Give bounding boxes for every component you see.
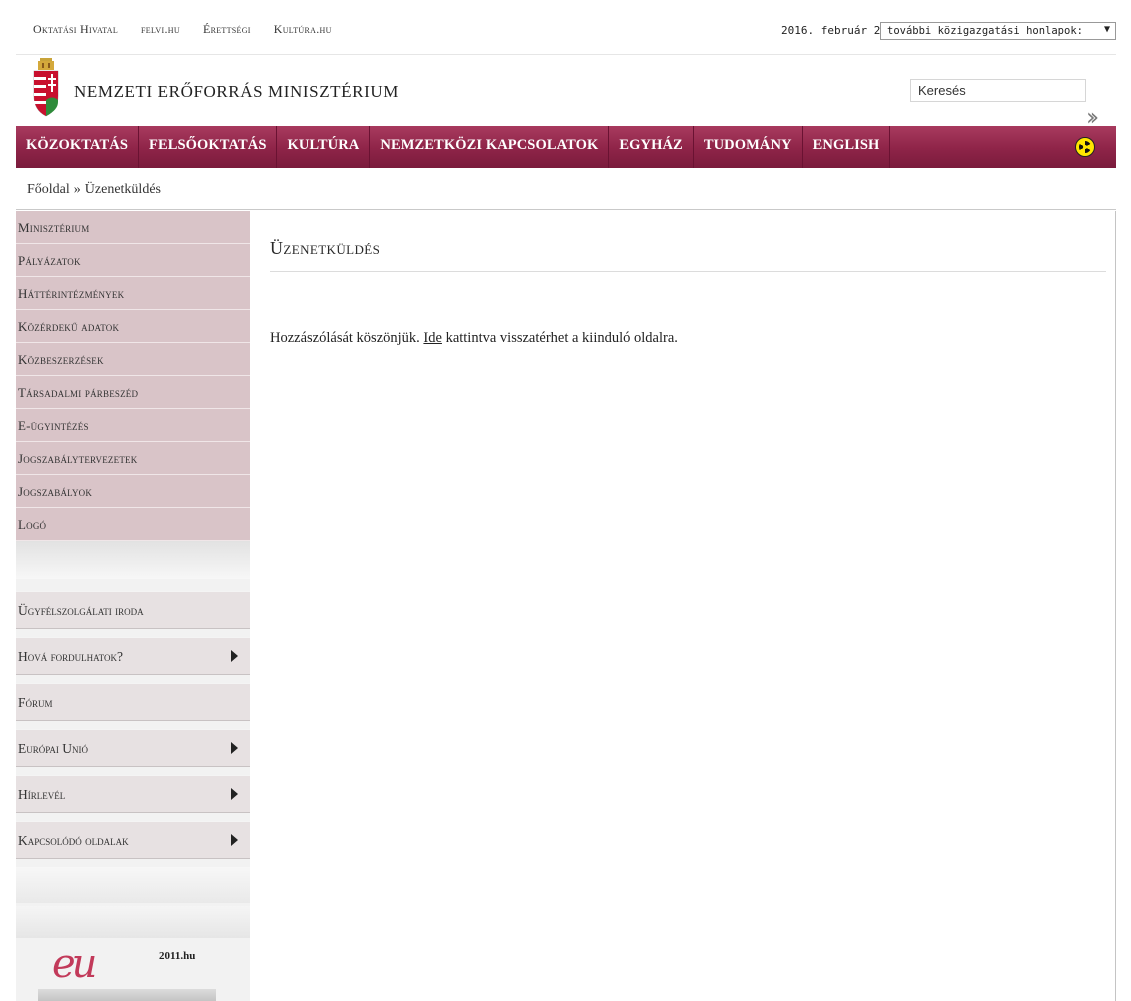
sidebar-main-menu: Minisztérium Pályázatok Háttérintézménye… bbox=[16, 211, 250, 541]
confirmation-message: Hozzászólását köszönjük. Ide kattintva v… bbox=[270, 330, 678, 347]
partner-links: Oktatási Hivatal felvi.hu Érettségi Kult… bbox=[33, 22, 355, 37]
sidebar-item-forum[interactable]: Fórum bbox=[16, 683, 250, 721]
link-erettsegi[interactable]: Érettségi bbox=[203, 22, 251, 37]
sidebar-item-label: Ügyfélszolgálati iroda bbox=[18, 603, 144, 618]
nav-english[interactable]: English bbox=[803, 126, 891, 168]
sidebar-item-kapcsolodo-oldalak[interactable]: Kapcsolódó oldalak bbox=[16, 821, 250, 859]
dropdown-arrow-icon: ▼ bbox=[1103, 24, 1110, 35]
link-oktatasi-hivatal[interactable]: Oktatási Hivatal bbox=[33, 22, 118, 37]
current-date: 2016. február 23. bbox=[781, 24, 894, 37]
left-sidebar: Minisztérium Pályázatok Háttérintézménye… bbox=[16, 211, 250, 1001]
link-kultura[interactable]: Kultúra.hu bbox=[274, 22, 332, 37]
chevron-right-icon bbox=[231, 742, 238, 754]
double-chevron-right-icon[interactable]: ›› bbox=[1086, 105, 1099, 129]
return-link[interactable]: Ide bbox=[423, 330, 442, 346]
sidebar-item-logo[interactable]: Logó bbox=[16, 508, 250, 541]
chevron-right-icon bbox=[231, 788, 238, 800]
chevron-right-icon bbox=[231, 834, 238, 846]
nav-egyhaz[interactable]: Egyház bbox=[609, 126, 694, 168]
chevron-right-icon bbox=[231, 650, 238, 662]
eu-logo: eu bbox=[52, 941, 97, 987]
nav-kultura[interactable]: Kultúra bbox=[277, 126, 371, 168]
message-text-after: kattintva visszatérhet a kiinduló oldalr… bbox=[441, 330, 678, 346]
sidebar-item-label: Hírlevél bbox=[18, 787, 66, 802]
sidebar-item-jogszabalyok[interactable]: Jogszabályok bbox=[16, 475, 250, 508]
sidebar-item-label: Kapcsolódó oldalak bbox=[18, 833, 129, 848]
sidebar-secondary-menu: Ügyfélszolgálati iroda Hová fordulhatok?… bbox=[16, 591, 250, 859]
sidebar-divider bbox=[16, 906, 250, 938]
page-title: Üzenetküldés bbox=[270, 238, 381, 258]
sidebar-item-kozerdeku-adatok[interactable]: Közérdekű adatok bbox=[16, 310, 250, 343]
sidebar-item-europai-unio[interactable]: Európai Unió bbox=[16, 729, 250, 767]
eu-banner-strip bbox=[38, 989, 216, 1001]
top-utility-bar: Oktatási Hivatal felvi.hu Érettségi Kult… bbox=[0, 0, 1131, 54]
breadcrumb-separator: » bbox=[73, 182, 81, 197]
coat-of-arms-icon[interactable] bbox=[33, 58, 59, 118]
breadcrumb: Főoldal» Üzenetküldés bbox=[16, 168, 1116, 210]
sidebar-item-e-ugyintezes[interactable]: E-ügyintézés bbox=[16, 409, 250, 442]
sidebar-item-label: Európai Unió bbox=[18, 741, 89, 756]
eu-site-label: 2011.hu bbox=[159, 950, 196, 962]
portal-select[interactable]: további közigazgatási honlapok: ▼ bbox=[880, 22, 1116, 40]
main-content: Üzenetküldés Hozzászólását köszönjük. Id… bbox=[250, 211, 1116, 1001]
main-navigation: Közoktatás Felsőoktatás Kultúra Nemzetkö… bbox=[16, 126, 1116, 168]
sidebar-item-jogszabalytervezetek[interactable]: Jogszabálytervezetek bbox=[16, 442, 250, 475]
sidebar-item-label: Fórum bbox=[18, 695, 53, 710]
search-input[interactable]: Keresés bbox=[910, 79, 1086, 102]
sidebar-item-kozbeszerzesek[interactable]: Közbeszerzések bbox=[16, 343, 250, 376]
sidebar-item-label: Hová fordulhatok? bbox=[18, 649, 123, 664]
message-text-before: Hozzászólását köszönjük. bbox=[270, 330, 424, 346]
sidebar-item-ugyfelszolgalati-iroda[interactable]: Ügyfélszolgálati iroda bbox=[16, 591, 250, 629]
sidebar-divider bbox=[16, 867, 250, 903]
nav-tudomany[interactable]: Tudomány bbox=[694, 126, 803, 168]
sidebar-divider bbox=[16, 541, 250, 579]
nav-felsooktatas[interactable]: Felsőoktatás bbox=[139, 126, 278, 168]
sidebar-item-hatterintezmenyek[interactable]: Háttérintézmények bbox=[16, 277, 250, 310]
eu-presidency-banner[interactable]: eu 2011.hu bbox=[38, 941, 216, 1001]
nav-kozoktatas[interactable]: Közoktatás bbox=[16, 126, 139, 168]
accessibility-icon[interactable] bbox=[1075, 137, 1095, 157]
sidebar-item-hirlevel[interactable]: Hírlevél bbox=[16, 775, 250, 813]
sidebar-item-miniszterium[interactable]: Minisztérium bbox=[16, 211, 250, 244]
sidebar-item-tarsadalmi-parbeszed[interactable]: Társadalmi párbeszéd bbox=[16, 376, 250, 409]
title-divider bbox=[270, 271, 1106, 272]
nav-nemzetkozi-kapcsolatok[interactable]: Nemzetközi kapcsolatok bbox=[370, 126, 610, 168]
portal-select-value: további közigazgatási honlapok: bbox=[887, 25, 1083, 37]
sidebar-item-palyazatok[interactable]: Pályázatok bbox=[16, 244, 250, 277]
site-title[interactable]: NEMZETI ERŐFORRÁS MINISZTÉRIUM bbox=[74, 82, 399, 102]
sidebar-item-hova-fordulhatok[interactable]: Hová fordulhatok? bbox=[16, 637, 250, 675]
link-felvi[interactable]: felvi.hu bbox=[141, 22, 180, 37]
breadcrumb-current: Üzenetküldés bbox=[84, 182, 161, 197]
site-header: NEMZETI ERŐFORRÁS MINISZTÉRIUM Keresés ›… bbox=[16, 54, 1116, 129]
breadcrumb-home[interactable]: Főoldal bbox=[27, 182, 70, 197]
